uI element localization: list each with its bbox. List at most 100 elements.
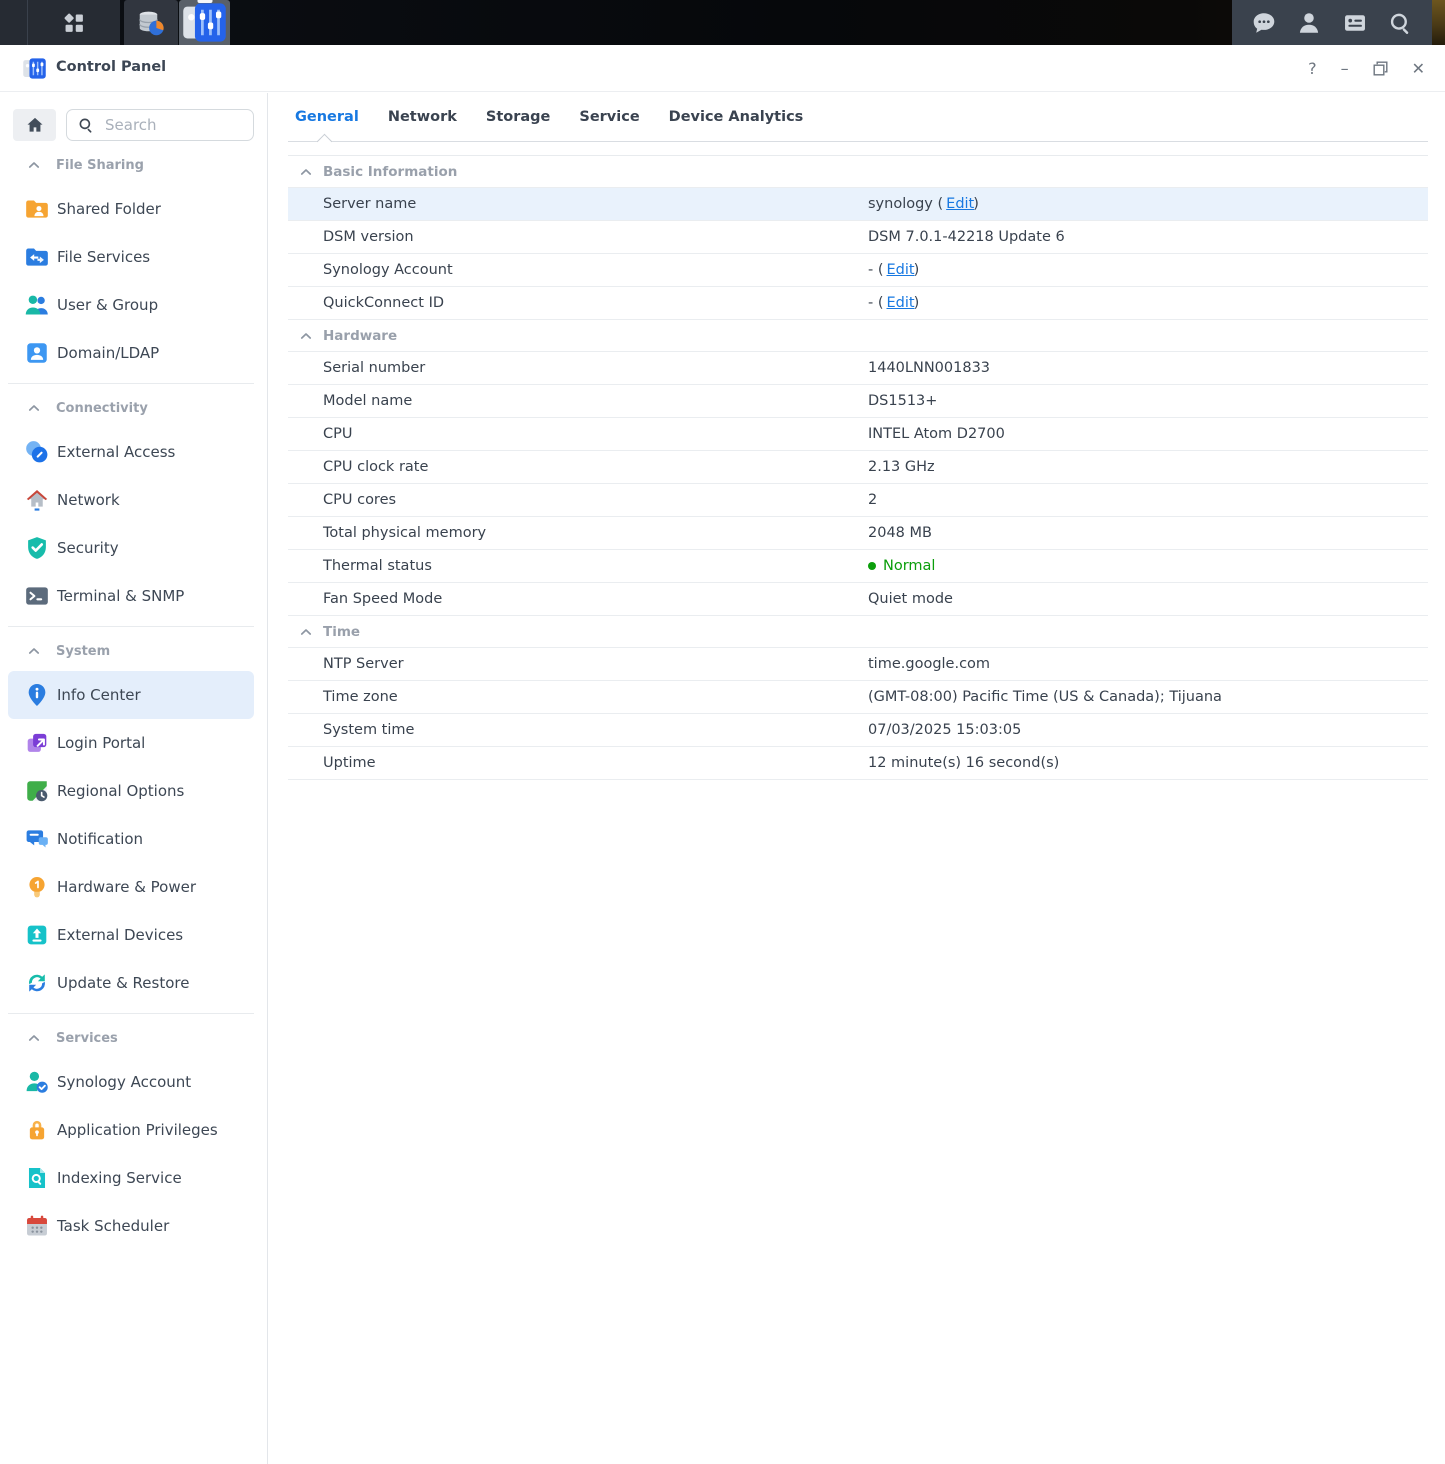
value-text: 2048 MB <box>868 525 932 541</box>
sidebar-group-label: Services <box>56 1031 118 1046</box>
sidebar-item-shared-folder[interactable]: Shared Folder <box>8 185 254 233</box>
info-row-cpu[interactable]: CPUINTEL Atom D2700 <box>288 418 1428 451</box>
tray-search-button[interactable] <box>1387 10 1413 36</box>
info-row-fan-speed-mode[interactable]: Fan Speed ModeQuiet mode <box>288 583 1428 616</box>
window-title: Control Panel <box>56 59 166 75</box>
sidebar-item-file-services[interactable]: File Services <box>8 233 254 281</box>
active-app-indicator <box>197 0 212 3</box>
value-text: DSM 7.0.1-42218 Update 6 <box>868 229 1065 245</box>
row-label: Thermal status <box>288 558 868 574</box>
taskbar-button-main-menu[interactable] <box>27 0 120 45</box>
info-row-time-zone[interactable]: Time zone(GMT-08:00) Pacific Time (US & … <box>288 681 1428 714</box>
sidebar-group-connectivity[interactable]: Connectivity <box>0 388 267 428</box>
info-row-cpu-clock-rate[interactable]: CPU clock rate2.13 GHz <box>288 451 1428 484</box>
row-value: 07/03/2025 15:03:05 <box>868 722 1428 738</box>
home-button[interactable] <box>13 109 56 141</box>
row-value: - (Edit) <box>868 262 1428 278</box>
home-icon <box>25 115 45 135</box>
tab-general[interactable]: General <box>295 109 359 125</box>
help-button[interactable]: ? <box>1308 61 1317 77</box>
window-titlebar: Control Panel ? – ✕ <box>0 45 1445 92</box>
info-row-system-time[interactable]: System time07/03/2025 15:03:05 <box>288 714 1428 747</box>
sidebar-item-synology-account[interactable]: Synology Account <box>8 1058 254 1106</box>
regional-options-icon <box>24 778 50 804</box>
indexing-service-icon <box>24 1165 50 1191</box>
sidebar-item-info-center[interactable]: Info Center <box>8 671 254 719</box>
info-row-dsm-version[interactable]: DSM versionDSM 7.0.1-42218 Update 6 <box>288 221 1428 254</box>
info-row-cpu-cores[interactable]: CPU cores2 <box>288 484 1428 517</box>
sidebar-item-indexing-service[interactable]: Indexing Service <box>8 1154 254 1202</box>
update-restore-icon <box>24 970 50 996</box>
info-row-total-physical-memory[interactable]: Total physical memory2048 MB <box>288 517 1428 550</box>
section-header-hardware[interactable]: Hardware <box>288 320 1428 352</box>
sidebar-item-label: External Access <box>57 443 175 461</box>
chevron-up-icon <box>28 1034 40 1042</box>
sidebar-divider <box>8 626 254 627</box>
tab-device-analytics[interactable]: Device Analytics <box>669 109 804 125</box>
info-row-model-name[interactable]: Model nameDS1513+ <box>288 385 1428 418</box>
close-button[interactable]: ✕ <box>1412 61 1425 77</box>
sidebar-item-network[interactable]: Network <box>8 476 254 524</box>
sidebar-item-hardware-power[interactable]: Hardware & Power <box>8 863 254 911</box>
sidebar-item-external-access[interactable]: External Access <box>8 428 254 476</box>
value-text: - ( <box>868 295 884 311</box>
chevron-up-icon <box>300 168 312 176</box>
info-row-synology-account[interactable]: Synology Account- (Edit) <box>288 254 1428 287</box>
tab-service[interactable]: Service <box>579 109 639 125</box>
wallpaper-strip <box>1432 0 1445 45</box>
taskbar-button-storage-manager[interactable] <box>124 0 178 45</box>
sidebar-item-label: Synology Account <box>57 1073 191 1091</box>
sidebar-item-update-restore[interactable]: Update & Restore <box>8 959 254 1007</box>
sidebar-item-application-privileges[interactable]: Application Privileges <box>8 1106 254 1154</box>
maximize-button[interactable] <box>1373 61 1388 76</box>
sidebar-item-regional-options[interactable]: Regional Options <box>8 767 254 815</box>
info-row-thermal-status[interactable]: Thermal statusNormal <box>288 550 1428 583</box>
sidebar-item-terminal-snmp[interactable]: Terminal & SNMP <box>8 572 254 620</box>
sidebar-item-task-scheduler[interactable]: Task Scheduler <box>8 1202 254 1250</box>
hardware-power-icon <box>24 874 50 900</box>
info-row-server-name[interactable]: Server namesynology (Edit) <box>288 188 1428 221</box>
info-row-ntp-server[interactable]: NTP Servertime.google.com <box>288 648 1428 681</box>
tray-user-menu-button[interactable] <box>1296 10 1322 36</box>
info-row-quickconnect-id[interactable]: QuickConnect ID- (Edit) <box>288 287 1428 320</box>
section-title: Hardware <box>323 328 397 344</box>
sidebar-group-services[interactable]: Services <box>0 1018 267 1058</box>
info-row-uptime[interactable]: Uptime12 minute(s) 16 second(s) <box>288 747 1428 780</box>
info-row-serial-number[interactable]: Serial number1440LNN001833 <box>288 352 1428 385</box>
sidebar-group-file-sharing[interactable]: File Sharing <box>0 145 267 185</box>
sidebar-group-label: Connectivity <box>56 401 148 416</box>
tab-storage[interactable]: Storage <box>486 109 551 125</box>
edit-link[interactable]: Edit <box>887 262 915 278</box>
value-text: - ( <box>868 262 884 278</box>
tray-widgets-button[interactable] <box>1342 10 1368 36</box>
window-controls: ? – ✕ <box>1308 45 1425 92</box>
tab-network[interactable]: Network <box>388 109 457 125</box>
sidebar-item-login-portal[interactable]: Login Portal <box>8 719 254 767</box>
edit-link[interactable]: Edit <box>946 196 974 212</box>
search-input[interactable] <box>103 115 243 135</box>
tray-notifications-button[interactable] <box>1251 10 1277 36</box>
value-text: DS1513+ <box>868 393 937 409</box>
sidebar-item-security[interactable]: Security <box>8 524 254 572</box>
taskbar-button-control-panel[interactable] <box>179 0 230 45</box>
sidebar-group-label: System <box>56 644 110 659</box>
sidebar-divider <box>8 1013 254 1014</box>
minimize-button[interactable]: – <box>1341 61 1349 77</box>
storage-manager-icon <box>136 8 166 38</box>
edit-link[interactable]: Edit <box>887 295 915 311</box>
control-panel-icon <box>21 55 48 82</box>
active-tab-notch <box>317 134 333 150</box>
sidebar-item-notification[interactable]: Notification <box>8 815 254 863</box>
file-services-icon <box>24 244 50 270</box>
section-title: Time <box>323 624 360 640</box>
sidebar-item-domain-ldap[interactable]: Domain/LDAP <box>8 329 254 377</box>
section-header-basic-information[interactable]: Basic Information <box>288 156 1428 188</box>
section-header-time[interactable]: Time <box>288 616 1428 648</box>
sidebar-item-label: Security <box>57 539 119 557</box>
control-panel-icon <box>179 0 230 48</box>
sidebar-group-system[interactable]: System <box>0 631 267 671</box>
row-value: 2048 MB <box>868 525 1428 541</box>
sidebar-item-external-devices[interactable]: External Devices <box>8 911 254 959</box>
sidebar-item-user-group[interactable]: User & Group <box>8 281 254 329</box>
taskbar <box>0 0 1445 45</box>
